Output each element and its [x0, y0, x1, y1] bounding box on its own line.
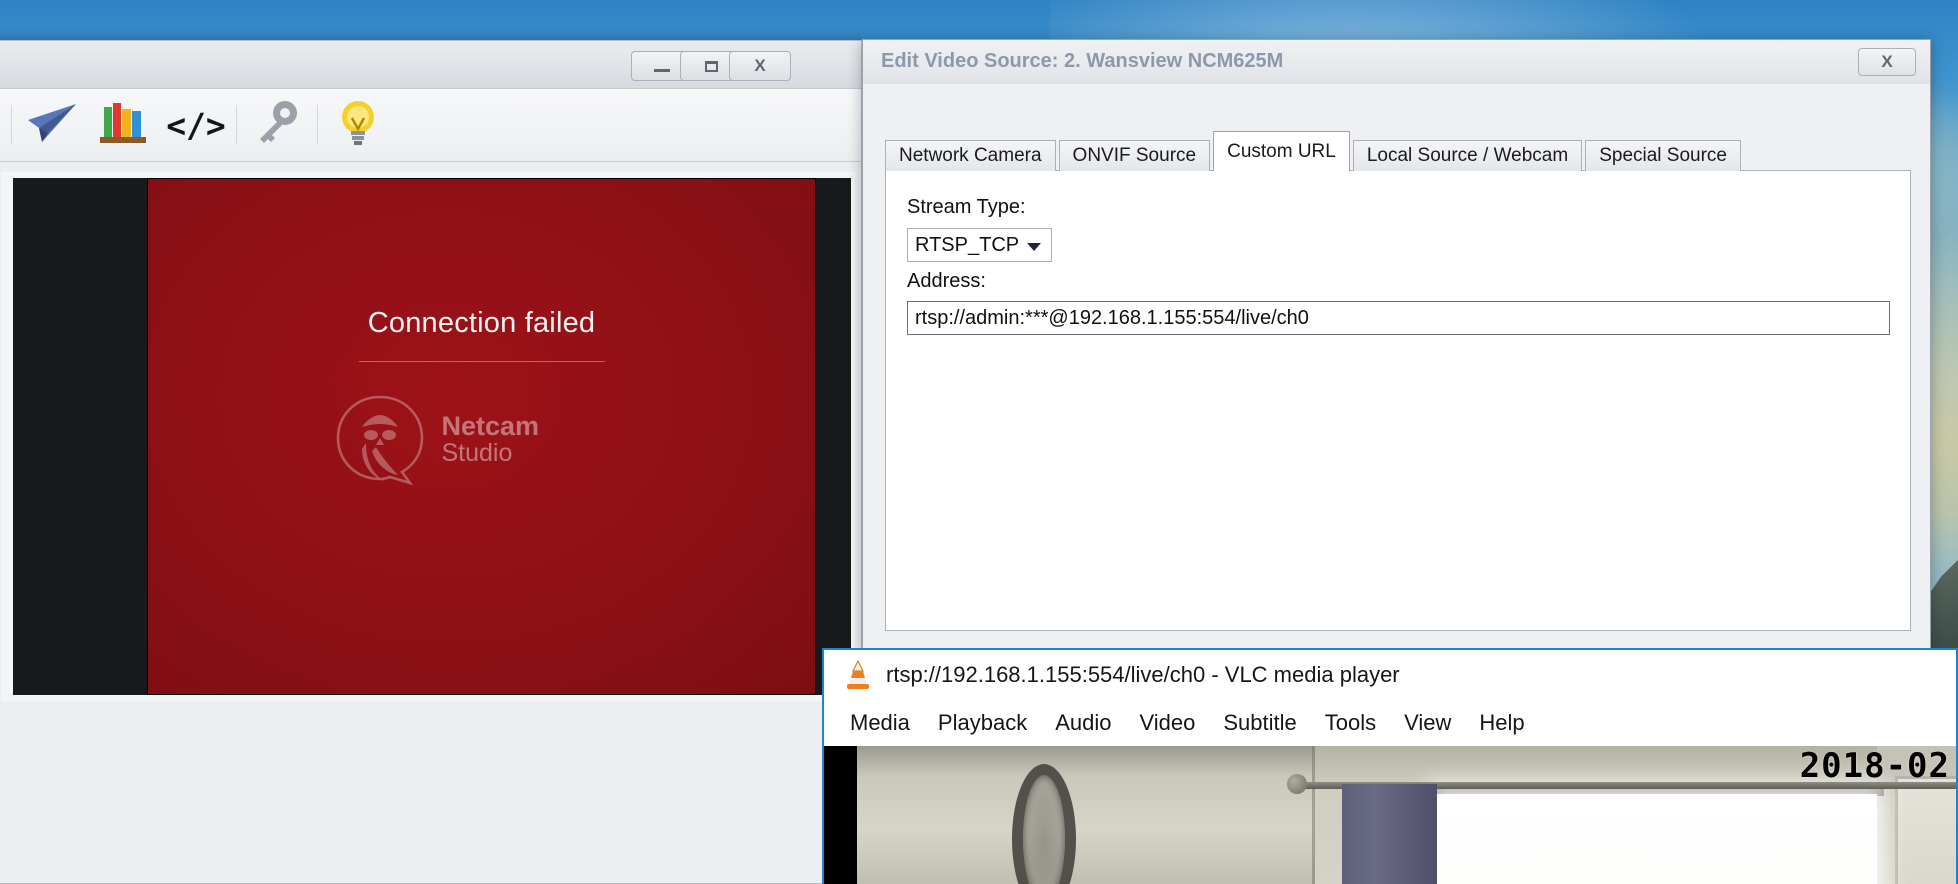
- dialog-body: Network Camera ONVIF Source Custom URL L…: [876, 84, 1917, 639]
- edit-video-source-dialog[interactable]: Edit Video Source: 2. Wansview NCM625M X…: [862, 39, 1931, 652]
- tab-strip: Network Camera ONVIF Source Custom URL L…: [885, 131, 1744, 171]
- video-curtain-rod-finial: [1287, 774, 1307, 794]
- menu-help[interactable]: Help: [1465, 707, 1538, 739]
- toolbar-button-library[interactable]: [88, 95, 160, 155]
- vlc-titlebar[interactable]: rtsp://192.168.1.155:554/live/ch0 - VLC …: [824, 650, 1956, 700]
- stream-type-label: Stream Type:: [907, 196, 1026, 218]
- tab-custom-url[interactable]: Custom URL: [1213, 131, 1350, 171]
- video-letterbox-left: [824, 746, 857, 884]
- address-input[interactable]: rtsp://admin:***@192.168.1.155:554/live/…: [907, 301, 1890, 335]
- camera-grid: Connection failed Netcam Studio: [1, 172, 855, 701]
- close-button[interactable]: X: [729, 51, 791, 81]
- address-value: rtsp://admin:***@192.168.1.155:554/live/…: [915, 306, 1309, 329]
- camera-tile-empty-left[interactable]: [13, 178, 147, 695]
- key-icon: [252, 99, 302, 152]
- stream-type-value: RTSP_TCP: [915, 233, 1020, 256]
- toolbar-button-tips[interactable]: [322, 95, 394, 155]
- vlc-cone-icon: [842, 659, 874, 691]
- netcam-studio-wordmark: Netcam Studio: [441, 410, 540, 468]
- books-icon: [98, 99, 150, 152]
- tab-panel-custom-url: Stream Type: RTSP_TCP Address: rtsp://ad…: [885, 170, 1911, 631]
- tab-special-source[interactable]: Special Source: [1585, 140, 1741, 171]
- toolbar-button-code[interactable]: </>: [160, 95, 232, 155]
- menu-tools[interactable]: Tools: [1311, 707, 1390, 739]
- divider: [358, 361, 605, 362]
- toolbar-button-send[interactable]: [16, 95, 88, 155]
- maximize-icon: [704, 60, 718, 72]
- address-label: Address:: [907, 270, 986, 292]
- video-timestamp-overlay: 2018-02: [1799, 746, 1950, 786]
- tab-local-source-webcam[interactable]: Local Source / Webcam: [1352, 140, 1583, 171]
- code-icon: </>: [166, 105, 226, 145]
- menu-media[interactable]: Media: [836, 707, 924, 739]
- netcam-studio-titlebar[interactable]: X: [0, 41, 861, 89]
- video-door: [1895, 776, 1956, 884]
- vlc-video-surface[interactable]: 2018-02: [824, 746, 1956, 884]
- lightbulb-icon: [335, 98, 381, 153]
- chevron-down-icon: [1027, 243, 1041, 251]
- toolbar-separator: [11, 105, 12, 145]
- toolbar-button-license[interactable]: [241, 95, 313, 155]
- tab-network-camera[interactable]: Network Camera: [885, 140, 1056, 171]
- dialog-close-button[interactable]: X: [1858, 48, 1916, 76]
- vlc-menu-bar: Media Playback Audio Video Subtitle Tool…: [824, 700, 1956, 746]
- menu-audio[interactable]: Audio: [1041, 707, 1125, 739]
- camera-tile-connection-failed[interactable]: Connection failed Netcam Studio: [147, 178, 816, 695]
- minimize-icon: [654, 68, 670, 72]
- vlc-media-player-window[interactable]: rtsp://192.168.1.155:554/live/ch0 - VLC …: [822, 648, 1958, 884]
- logo-line-1: Netcam: [441, 410, 540, 441]
- stream-type-select[interactable]: RTSP_TCP: [907, 228, 1052, 262]
- video-wall-wreath: [1012, 764, 1076, 884]
- vlc-window-title: rtsp://192.168.1.155:554/live/ch0 - VLC …: [886, 662, 1400, 687]
- video-scene-room: 2018-02: [857, 746, 1956, 884]
- paper-plane-icon: [26, 102, 78, 149]
- video-curtain: [1342, 784, 1437, 884]
- video-bright-window: [1437, 794, 1877, 884]
- menu-playback[interactable]: Playback: [924, 707, 1041, 739]
- netcam-studio-logo: Netcam Studio: [332, 384, 632, 494]
- toolbar-separator: [236, 105, 237, 145]
- tab-onvif-source[interactable]: ONVIF Source: [1058, 140, 1211, 171]
- video-wall-corner: [1312, 746, 1315, 884]
- dialog-title: Edit Video Source: 2. Wansview NCM625M: [881, 50, 1284, 72]
- owl-icon: [332, 391, 428, 487]
- menu-view[interactable]: View: [1390, 707, 1465, 739]
- dialog-titlebar[interactable]: Edit Video Source: 2. Wansview NCM625M X: [863, 40, 1930, 84]
- netcam-studio-window[interactable]: X </> Connection failed Netcam Studio: [0, 40, 862, 884]
- netcam-studio-toolbar: </>: [0, 89, 861, 162]
- camera-status-message: Connection failed: [367, 307, 596, 339]
- menu-subtitle[interactable]: Subtitle: [1209, 707, 1310, 739]
- toolbar-separator: [317, 105, 318, 145]
- camera-tile-empty-right[interactable]: [816, 178, 851, 695]
- menu-video[interactable]: Video: [1125, 707, 1209, 739]
- logo-line-2: Studio: [441, 439, 513, 468]
